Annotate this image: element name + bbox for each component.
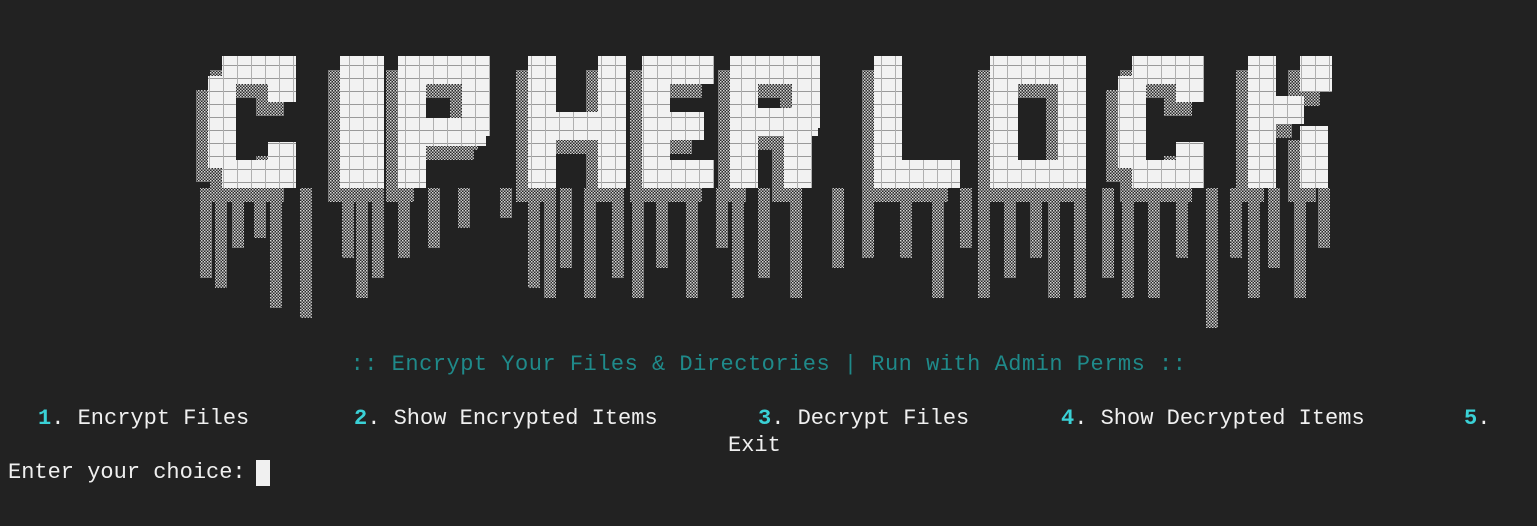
menu-item-number: 1: [38, 406, 52, 431]
tagline: :: Encrypt Your Files & Directories | Ru…: [350, 352, 1187, 377]
logo-letter-block: [1300, 56, 1332, 92]
logo-letter-block: [1248, 56, 1276, 188]
logo-drip: [1248, 188, 1260, 298]
logo-letter-block: [398, 118, 486, 146]
menu-item-number: 3: [758, 406, 772, 431]
text-cursor: [255, 460, 270, 486]
logo-letter-block: [642, 112, 704, 140]
logo-letter-block: [784, 128, 812, 188]
logo-letter-block: [642, 160, 714, 188]
logo-drip: [458, 188, 470, 228]
menu-item-number: 4: [1061, 406, 1075, 431]
logo-drip: [790, 188, 802, 298]
logo-drip: [686, 188, 698, 298]
menu-item-decrypt-files[interactable]: 3. Decrypt Files: [758, 405, 969, 433]
logo-letter-block: [874, 160, 960, 188]
logo-drip: [528, 188, 540, 288]
logo-letter-block: [208, 76, 236, 168]
logo-drip: [1102, 188, 1114, 278]
logo-drip: [270, 188, 282, 308]
logo-letter-block: [1132, 160, 1204, 188]
logo-drip: [732, 188, 744, 298]
logo-letter-block: [642, 56, 714, 84]
terminal-window: :: Encrypt Your Files & Directories | Ru…: [0, 0, 1537, 526]
logo-drip: [300, 188, 312, 318]
choice-prompt[interactable]: Enter your choice:: [8, 459, 270, 487]
cipherlock-logo: [196, 56, 1332, 328]
menu-item-number: 2: [354, 406, 368, 431]
logo-drip: [372, 188, 384, 278]
menu-item-show-decrypted[interactable]: 4. Show Decrypted Items: [1061, 405, 1365, 433]
logo-letter-block: [268, 142, 296, 160]
logo-drip: [960, 188, 972, 248]
logo-letter-block: [268, 84, 296, 102]
menu-item-exit-label[interactable]: Exit: [728, 432, 781, 460]
menu-item-label: Show Encrypted Items: [393, 406, 658, 431]
logo-drip: [584, 188, 596, 298]
logo-drip: [1122, 188, 1134, 298]
logo-letter-block: [1276, 96, 1304, 124]
menu-item-number: 5: [1464, 406, 1478, 431]
menu-item-label: Show Decrypted Items: [1100, 406, 1365, 431]
logo-drip: [544, 188, 556, 298]
logo-letter-block: [222, 160, 296, 188]
logo-drip: [758, 188, 770, 278]
logo-letter-block: [528, 112, 626, 140]
logo-letter-block: [990, 160, 1074, 188]
logo-letter-block: [1176, 84, 1204, 102]
logo-letter-block: [1118, 76, 1146, 168]
prompt-label: Enter your choice:: [8, 460, 246, 485]
logo-drip: [500, 188, 512, 218]
logo-drip: [356, 188, 368, 298]
logo-drip: [1206, 188, 1218, 328]
logo-drip: [932, 188, 944, 298]
logo-drip: [632, 188, 644, 298]
menu-item-encrypt-files[interactable]: 1. Encrypt Files: [38, 405, 249, 433]
logo-drip: [1074, 188, 1086, 298]
logo-drip: [832, 188, 844, 268]
logo-drip: [1268, 188, 1280, 268]
logo-drip: [1318, 188, 1330, 248]
logo-drip: [560, 188, 572, 268]
menu-item-label: Decrypt Files: [797, 406, 970, 431]
logo-drip: [978, 188, 990, 298]
logo-drip: [428, 188, 440, 248]
menu-item-show-encrypted[interactable]: 2. Show Encrypted Items: [354, 405, 658, 433]
logo-letter-block: [1176, 142, 1204, 160]
logo-letter-block: [1300, 126, 1328, 188]
logo-drip: [1294, 188, 1306, 298]
logo-drip: [1048, 188, 1060, 298]
logo-drip: [215, 188, 227, 288]
menu-item-exit-number[interactable]: 5.: [1464, 405, 1490, 433]
logo-letter-block: [340, 56, 384, 188]
logo-drip: [1148, 188, 1160, 298]
menu-item-label: Encrypt Files: [77, 406, 250, 431]
